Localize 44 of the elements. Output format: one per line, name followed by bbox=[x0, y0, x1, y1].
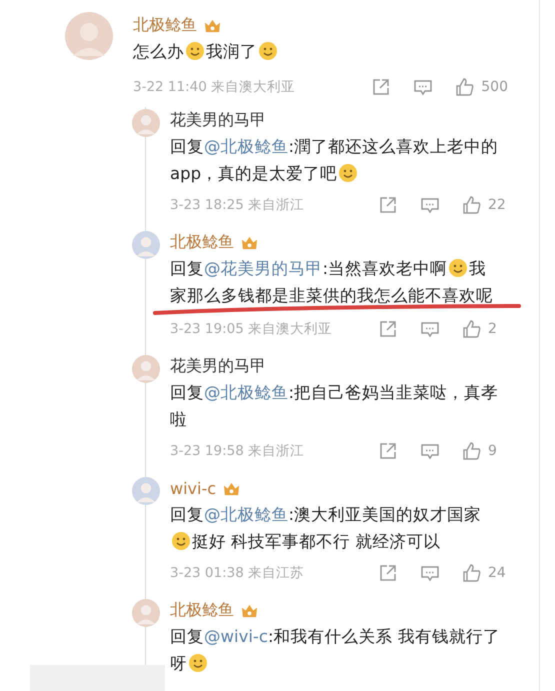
comment-time: 3-23 19:58 来自浙江 bbox=[170, 442, 304, 460]
like-count: 500 bbox=[481, 79, 508, 95]
avatar-icon[interactable] bbox=[132, 599, 160, 627]
comment-time: 3-23 19:05 来自澳大利亚 bbox=[170, 320, 332, 338]
comment-time: 3-22 11:40 来自澳大利亚 bbox=[133, 78, 296, 96]
avatar-icon[interactable] bbox=[132, 231, 160, 259]
user-name[interactable]: 花美男的马甲 bbox=[170, 110, 266, 130]
share-icon[interactable] bbox=[378, 441, 398, 461]
reply-text: 回复@wivi-c:和我有什么关系 我有钱就行了呀 bbox=[170, 626, 500, 675]
comment-text: 怎么办 我润了 bbox=[133, 38, 493, 65]
emoji-icon bbox=[188, 653, 208, 673]
comment-time: 3-23 01:38 来自江苏 bbox=[170, 564, 304, 582]
thumbs-up-icon[interactable] bbox=[462, 319, 482, 339]
avatar-icon[interactable] bbox=[65, 12, 113, 60]
share-icon[interactable] bbox=[378, 195, 398, 215]
reply-text: 回复@北极鲶鱼:把自己爸妈当韭菜哒，真孝啦 bbox=[170, 382, 500, 431]
user-name[interactable]: 北极鲶鱼 bbox=[133, 14, 197, 36]
like-count: 24 bbox=[488, 565, 507, 581]
thumbs-up-icon[interactable] bbox=[462, 195, 482, 215]
share-icon[interactable] bbox=[378, 563, 398, 583]
like-count: 9 bbox=[488, 443, 498, 459]
emoji-icon bbox=[258, 41, 278, 61]
reply-text: 回复@北极鲶鱼:潤了都还这么喜欢上老中的app，真的是太爱了吧 bbox=[170, 136, 500, 185]
user-name[interactable]: 花美男的马甲 bbox=[170, 356, 266, 376]
thumbs-up-icon[interactable] bbox=[455, 77, 476, 97]
emoji-icon bbox=[171, 531, 191, 551]
thumbs-up-icon[interactable] bbox=[462, 563, 482, 583]
reply-text: 回复@北极鲶鱼:澳大利亚美国的奴才国家 挺好 科技军事都不行 就经济可以 bbox=[170, 504, 482, 553]
comment-time: 3-23 18:25 来自浙江 bbox=[170, 196, 304, 214]
reply-text: 回复@花美男的马甲:当然喜欢老中啊 我家那么多钱都是韭菜供的我怎么能不喜欢呢 bbox=[170, 257, 494, 307]
emoji-icon bbox=[185, 41, 205, 61]
user-name[interactable]: 北极鲶鱼 bbox=[170, 232, 234, 252]
avatar-icon[interactable] bbox=[132, 477, 160, 505]
share-icon[interactable] bbox=[378, 319, 398, 339]
like-count: 22 bbox=[488, 197, 507, 213]
user-name[interactable]: wivi-c bbox=[170, 478, 216, 498]
share-icon[interactable] bbox=[371, 77, 392, 97]
emoji-icon bbox=[448, 258, 468, 278]
avatar-icon[interactable] bbox=[132, 355, 160, 383]
thumbs-up-icon[interactable] bbox=[462, 441, 482, 461]
like-count: 2 bbox=[488, 321, 498, 337]
emoji-icon bbox=[338, 163, 358, 183]
user-name[interactable]: 北极鲶鱼 bbox=[170, 600, 234, 620]
avatar-icon[interactable] bbox=[132, 109, 160, 137]
